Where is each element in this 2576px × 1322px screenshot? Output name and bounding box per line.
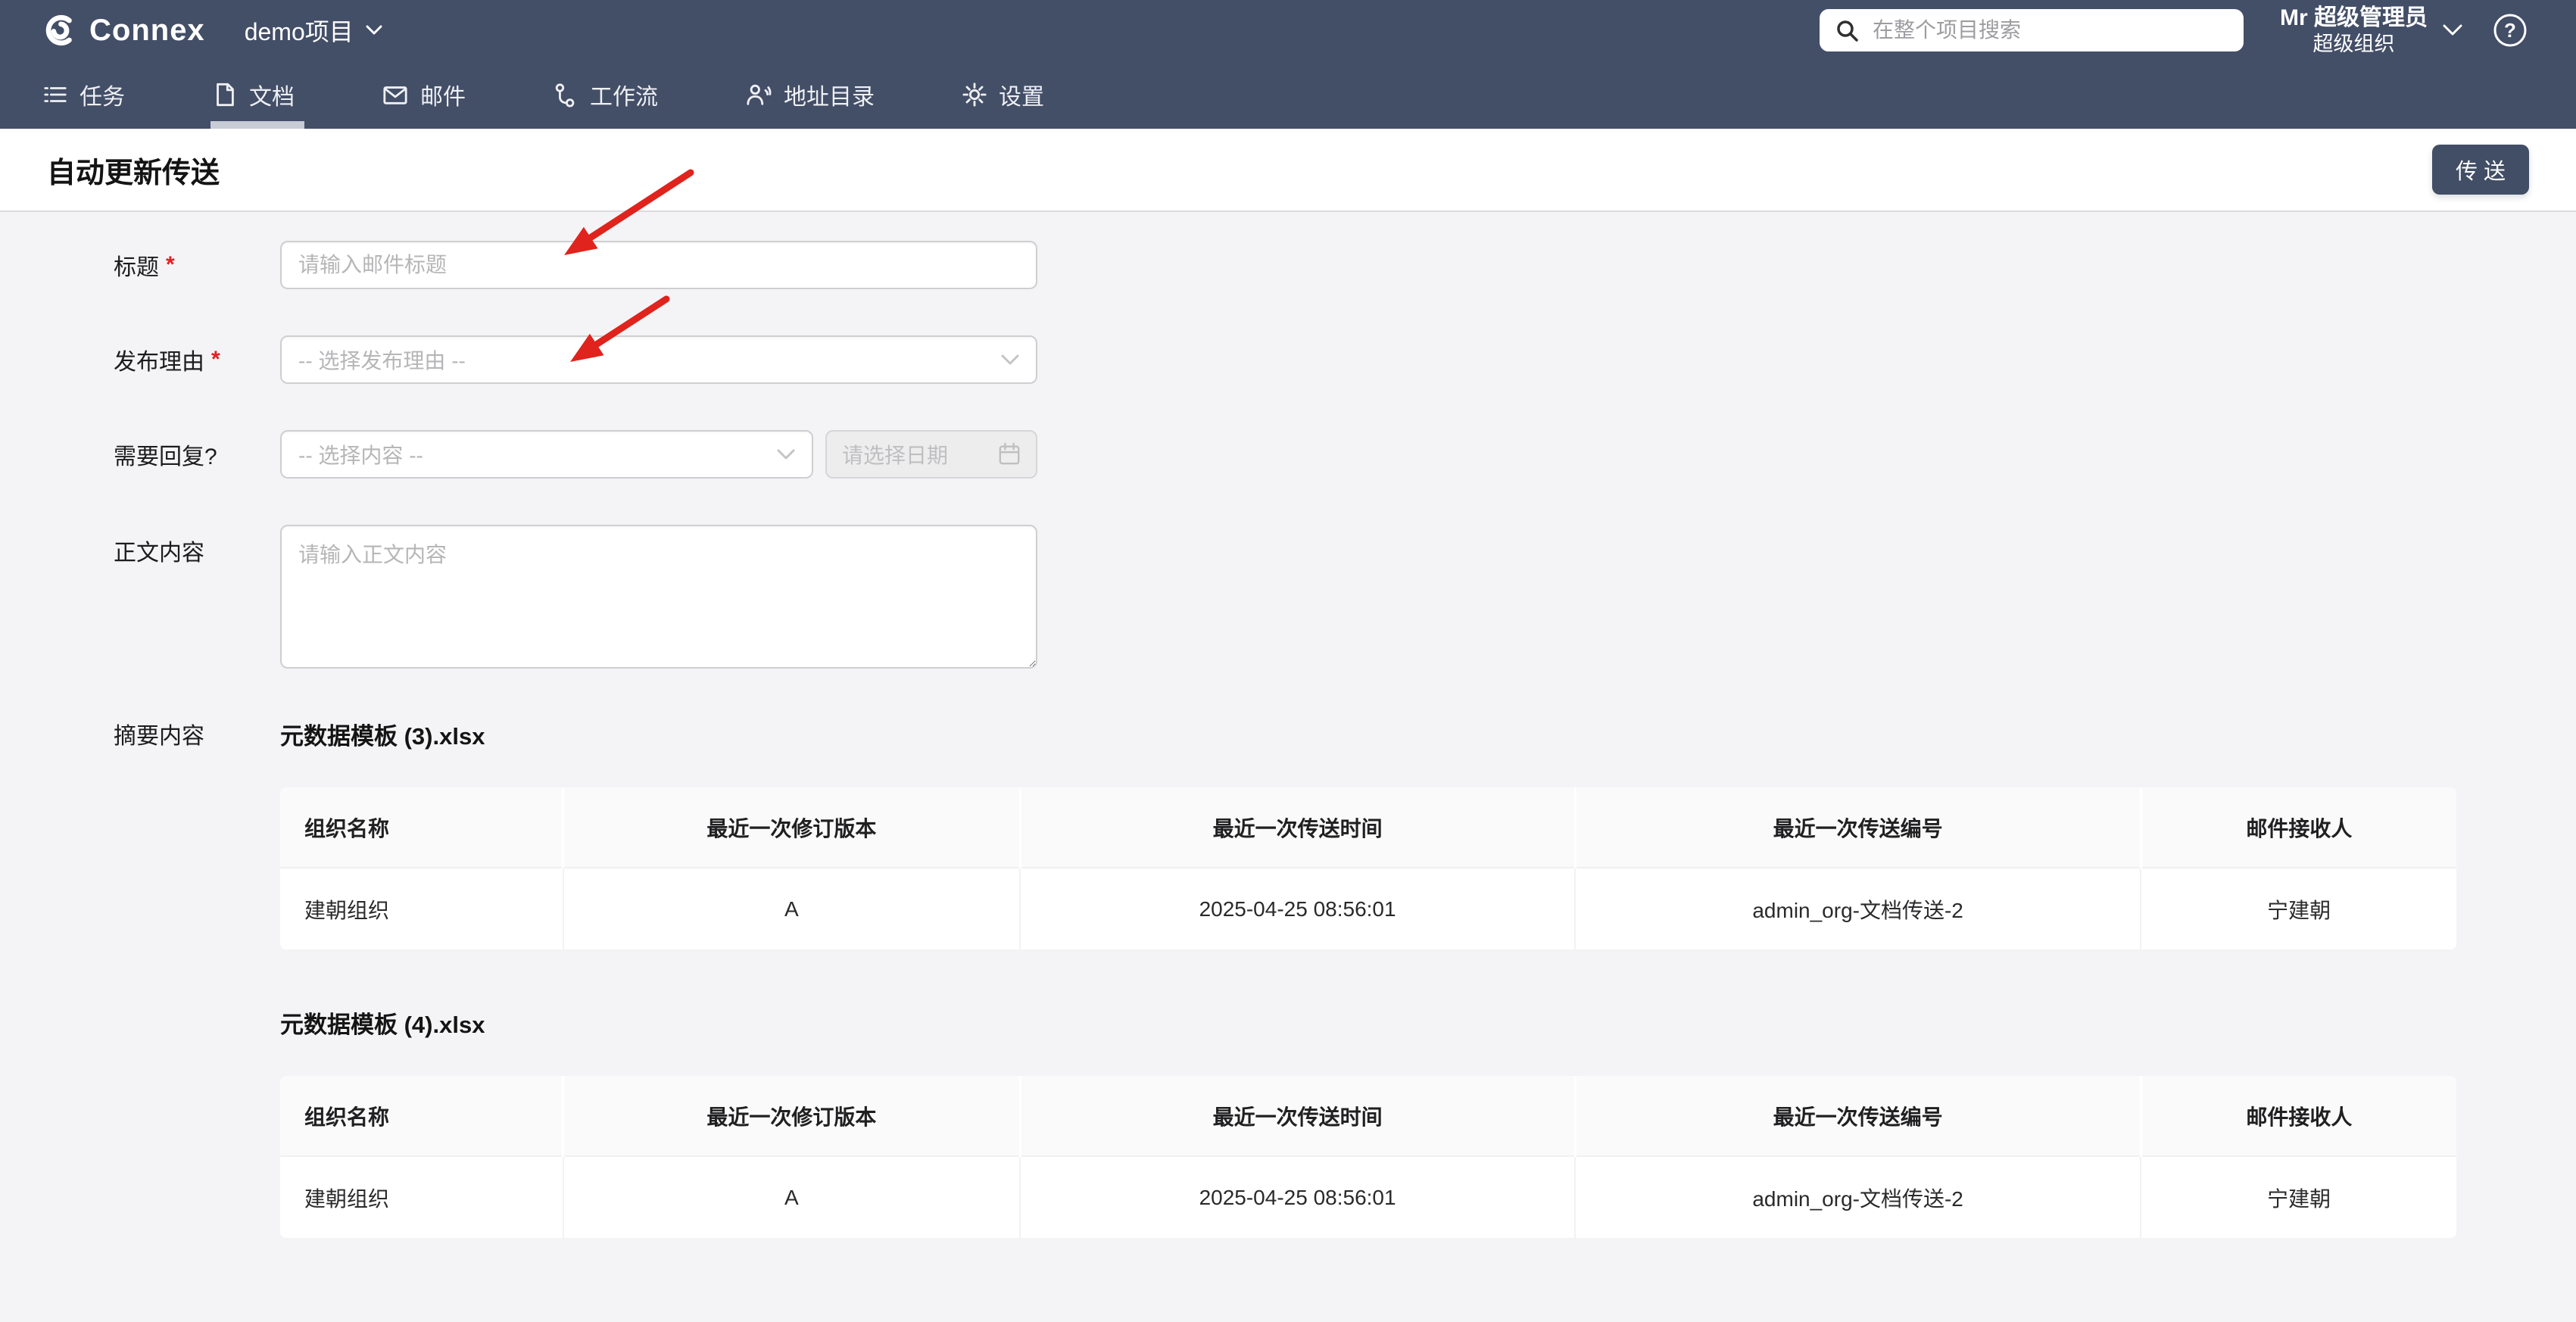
tab-tasks[interactable]: 任务 [42, 61, 125, 129]
list-icon [42, 82, 68, 108]
field-label-body: 正文内容 [114, 541, 204, 566]
column-header: 最近一次传送时间 [1020, 787, 1576, 868]
column-header: 最近一次传送编号 [1575, 787, 2142, 868]
table-cell: admin_org-文档传送-2 [1575, 1156, 2142, 1238]
navbar-row-primary: Connex demo项目 Mr 超级管理员 超级组织 [0, 0, 2576, 61]
nav-tabs: 任务 文档 邮件 工作流 地址目录 设置 [0, 61, 2576, 129]
field-label-title: 标题 * [114, 252, 175, 280]
summary-tables: 元数据模板 (3).xlsx 组织名称 最近一次修订版本 最近一次传送时间 最近一次传送… [280, 717, 2456, 1238]
column-header: 邮件接收人 [2141, 1076, 2456, 1157]
form-row-reply: 需要回复? -- 选择内容 -- 请选择日期 [114, 430, 2576, 479]
tab-label: 任务 [80, 85, 125, 110]
field-label-reason: 发布理由 * [114, 347, 220, 375]
user-org: 超级组织 [2312, 32, 2395, 55]
required-asterisk: * [211, 347, 220, 372]
field-label-reply: 需要回复? [114, 444, 217, 469]
chevron-down-icon [2443, 24, 2462, 36]
user-menu[interactable]: Mr 超级管理员 超级组织 [2280, 5, 2462, 56]
tab-workflow[interactable]: 工作流 [553, 61, 658, 129]
summary-table: 组织名称 最近一次修订版本 最近一次传送时间 最近一次传送编号 邮件接收人 建朝组织 A 20… [280, 787, 2456, 949]
column-header: 最近一次传送时间 [1020, 1076, 1576, 1157]
file-name: 元数据模板 (3).xlsx [280, 723, 485, 750]
send-button[interactable]: 传 送 [2432, 145, 2529, 195]
chevron-down-icon [1001, 354, 1019, 366]
table-row: 建朝组织 A 2025-04-25 08:56:01 admin_org-文档传送-2… [280, 868, 2456, 949]
brand: Connex [42, 13, 205, 48]
form-row-body: 正文内容 [114, 525, 2576, 669]
field-label-summary: 摘要内容 [114, 724, 204, 749]
project-selector[interactable]: demo项目 [245, 13, 382, 48]
body-content-textarea[interactable] [280, 525, 1037, 669]
tab-address-book[interactable]: 地址目录 [745, 61, 875, 129]
tab-label: 地址目录 [784, 85, 875, 110]
help-circle-icon[interactable]: ? [2493, 13, 2528, 48]
column-header: 组织名称 [280, 1076, 565, 1157]
user-name: Mr 超级管理员 [2280, 5, 2428, 30]
tab-mail[interactable]: 邮件 [382, 61, 466, 129]
page-header: 自动更新传送 传 送 [0, 129, 2576, 212]
reply-date-picker: 请选择日期 [825, 430, 1037, 479]
form-row-title: 标题 * [114, 241, 2576, 289]
mail-icon [382, 82, 409, 108]
file-table-block: 元数据模板 (3).xlsx 组织名称 最近一次修订版本 最近一次传送时间 最近一次传送… [280, 717, 2456, 949]
svg-text:?: ? [2504, 19, 2516, 42]
page-title: 自动更新传送 [47, 157, 220, 189]
search-icon [1835, 18, 1859, 42]
table-cell: 建朝组织 [280, 868, 564, 949]
form-row-reason: 发布理由 * -- 选择发布理由 -- [114, 335, 2576, 384]
top-navbar: Connex demo项目 Mr 超级管理员 超级组织 [0, 0, 2576, 129]
file-table-block: 元数据模板 (4).xlsx 组织名称 最近一次修订版本 最近一次传送时间 最近一次传送… [280, 1006, 2456, 1238]
brand-text: Connex [89, 13, 205, 47]
form-row-summary: 摘要内容 元数据模板 (3).xlsx 组织名称 最近一次修订版本 最近一次传送时间最… [114, 717, 2576, 1238]
tab-label: 文档 [249, 85, 295, 110]
reply-content-select[interactable]: -- 选择内容 -- [280, 430, 813, 479]
column-header: 最近一次修订版本 [563, 1076, 1021, 1157]
chevron-down-icon [366, 25, 382, 36]
table-cell: 2025-04-25 08:56:01 [1020, 868, 1576, 949]
tab-label: 工作流 [590, 85, 658, 110]
connex-logo-icon [42, 13, 77, 48]
search-input[interactable] [1871, 17, 2228, 43]
tab-settings[interactable]: 设置 [962, 61, 1044, 129]
select-placeholder: -- 选择发布理由 -- [298, 349, 466, 373]
table-cell: 宁建朝 [2141, 1156, 2456, 1238]
gear-icon [962, 82, 987, 108]
mail-title-input[interactable] [280, 241, 1037, 289]
tab-documents[interactable]: 文档 [211, 61, 304, 129]
transmit-form: 标题 * 发布理由 * -- 选择发布理由 -- 需要回复? -- 选择内容 -… [0, 212, 2576, 1238]
calendar-icon [998, 442, 1021, 466]
date-placeholder: 请选择日期 [842, 444, 949, 467]
table-header-row: 组织名称 最近一次修订版本 最近一次传送时间 最近一次传送编号 邮件接收人 [280, 787, 2456, 868]
table-header-row: 组织名称 最近一次修订版本 最近一次传送时间 最近一次传送编号 邮件接收人 [280, 1076, 2456, 1157]
summary-table: 组织名称 最近一次修订版本 最近一次传送时间 最近一次传送编号 邮件接收人 建朝组织 A 20… [280, 1076, 2456, 1238]
table-cell: 2025-04-25 08:56:01 [1020, 1156, 1576, 1238]
table-cell: 宁建朝 [2141, 868, 2456, 949]
document-icon [212, 82, 238, 108]
file-name: 元数据模板 (4).xlsx [280, 1012, 485, 1038]
column-header: 组织名称 [280, 787, 565, 868]
table-row: 建朝组织 A 2025-04-25 08:56:01 admin_org-文档传送-2… [280, 1156, 2456, 1238]
table-cell: A [563, 1156, 1021, 1238]
column-header: 最近一次修订版本 [563, 787, 1021, 868]
workflow-icon [553, 82, 579, 108]
tab-label: 邮件 [420, 85, 466, 110]
column-header: 邮件接收人 [2141, 787, 2456, 868]
required-asterisk: * [166, 252, 175, 277]
column-header: 最近一次传送编号 [1575, 1076, 2142, 1157]
select-placeholder: -- 选择内容 -- [298, 444, 423, 467]
table-cell: 建朝组织 [280, 1156, 564, 1238]
search-box[interactable] [1820, 9, 2244, 51]
publish-reason-select[interactable]: -- 选择发布理由 -- [280, 335, 1037, 384]
chevron-down-icon [777, 449, 795, 460]
address-book-icon [745, 82, 772, 108]
table-cell: A [563, 868, 1021, 949]
table-cell: admin_org-文档传送-2 [1575, 868, 2142, 949]
project-name: demo项目 [244, 18, 354, 45]
tab-label: 设置 [999, 85, 1044, 110]
